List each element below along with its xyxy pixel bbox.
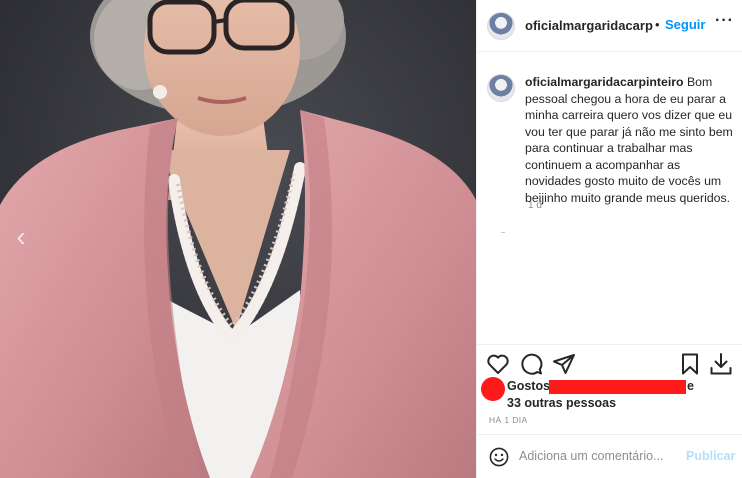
divider xyxy=(501,232,505,233)
paper-plane-icon[interactable] xyxy=(552,352,576,376)
caption-area: oficialmargaridacarpinteiro Bom pessoal … xyxy=(477,52,742,344)
post-media[interactable]: ‹ xyxy=(0,0,476,478)
previous-chevron-left-icon[interactable]: ‹ xyxy=(8,222,34,252)
more-options-icon[interactable]: ··· xyxy=(715,12,734,30)
smiley-icon[interactable] xyxy=(489,447,509,467)
download-icon[interactable] xyxy=(709,352,733,376)
post-caption: oficialmargaridacarpinteiro Bom pessoal … xyxy=(525,74,737,206)
follow-button[interactable]: Seguir xyxy=(665,17,705,32)
separator-dot: • xyxy=(655,17,660,32)
header-username[interactable]: oficialmargaridacarpinteiro xyxy=(525,18,653,33)
likes-others-link[interactable]: 33 outras pessoas xyxy=(507,396,616,410)
post-header: oficialmargaridacarpinteiro • Seguir ··· xyxy=(477,0,742,52)
redacted-name xyxy=(549,380,686,394)
bookmark-icon[interactable] xyxy=(678,352,702,376)
author-avatar[interactable] xyxy=(487,12,515,40)
likes-and: e xyxy=(687,379,694,393)
comment-bar: Publicar xyxy=(477,434,742,478)
caption-username[interactable]: oficialmargaridacarpinteiro xyxy=(525,75,684,89)
publish-button[interactable]: Publicar xyxy=(686,449,735,463)
heart-icon[interactable] xyxy=(486,352,510,376)
comment-bubble-icon[interactable] xyxy=(519,352,543,376)
post-date[interactable]: HÁ 1 DIA xyxy=(489,415,528,425)
portrait-photo xyxy=(0,0,476,478)
comment-input[interactable] xyxy=(519,445,679,467)
redacted-avatar xyxy=(481,377,505,401)
caption-author-avatar[interactable] xyxy=(487,74,515,102)
post-side-panel: oficialmargaridacarpinteiro • Seguir ···… xyxy=(476,0,742,478)
caption-text: Bom pessoal chegou a hora de eu parar a … xyxy=(525,75,733,205)
likes-label: Gostos: xyxy=(507,379,555,393)
caption-timestamp[interactable]: 1 d xyxy=(528,200,542,211)
